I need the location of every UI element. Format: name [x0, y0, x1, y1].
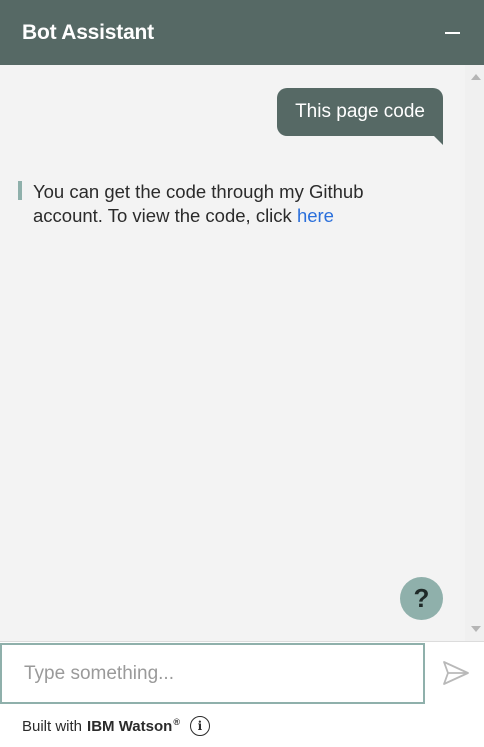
minimize-button[interactable] [440, 21, 464, 45]
send-button[interactable] [440, 658, 472, 688]
user-message-text: This page code [295, 101, 425, 122]
help-icon: ? [413, 583, 430, 613]
bot-message-accent [18, 181, 22, 200]
bot-message: You can get the code through my Github a… [18, 180, 398, 228]
registered-mark: ® [173, 717, 180, 727]
help-button[interactable]: ? [400, 577, 443, 620]
info-icon[interactable]: i [189, 716, 210, 736]
chat-header: Bot Assistant [0, 0, 484, 65]
built-with-label: Built with [22, 717, 83, 735]
scroll-down-arrow-icon[interactable] [471, 626, 481, 632]
send-icon [443, 661, 469, 685]
user-message-bubble: This page code [277, 88, 443, 145]
scrollbar[interactable] [465, 65, 484, 641]
bot-message-link[interactable]: here [297, 205, 334, 226]
conversation-panel[interactable]: This page code You can get the code thro… [0, 65, 484, 641]
footer: Built with IBM Watson® i [0, 705, 484, 747]
brand-text: IBM Watson [87, 718, 173, 735]
minimize-icon [444, 31, 460, 34]
scroll-up-arrow-icon[interactable] [471, 74, 481, 80]
chat-title: Bot Assistant [22, 20, 154, 44]
chat-widget: Bot Assistant This page code You can get… [0, 0, 484, 747]
brand-name: IBM Watson® [87, 717, 180, 735]
input-row [0, 641, 484, 705]
message-input[interactable] [0, 643, 425, 704]
